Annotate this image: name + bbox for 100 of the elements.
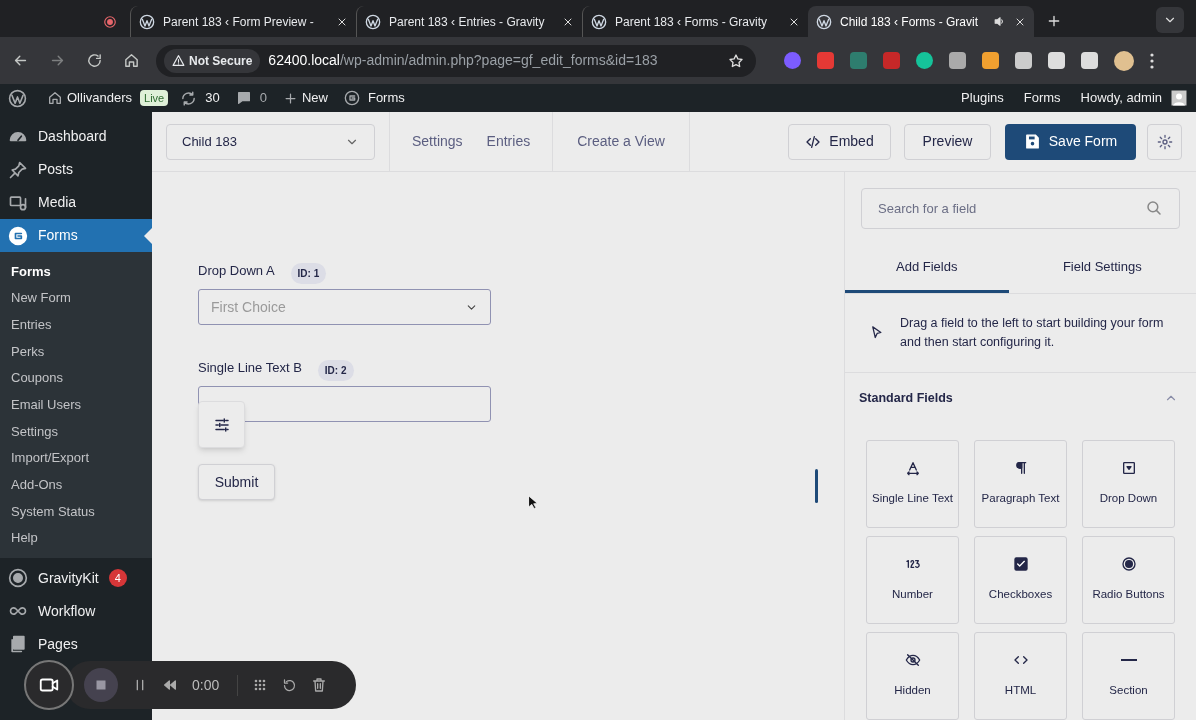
wordpress-icon xyxy=(816,13,832,30)
extension-icon[interactable] xyxy=(949,52,966,69)
settings-button[interactable] xyxy=(1147,123,1182,160)
toolbar-link[interactable]: Entries xyxy=(486,131,531,152)
sidebar-item[interactable]: GravityKit 4 xyxy=(0,561,152,595)
update-count[interactable]: 30 xyxy=(205,88,220,108)
scrollbar-thumb[interactable] xyxy=(815,469,818,503)
admin-link[interactable]: Forms xyxy=(1023,88,1061,108)
tile-label: Single Line Text xyxy=(872,491,953,507)
hint-text: Drag a field to the left to start building your form and then start configuring it. xyxy=(900,314,1165,351)
extension-icon[interactable] xyxy=(1048,52,1065,69)
sidebar-item[interactable]: Media xyxy=(0,186,152,219)
tile-label: Drop Down xyxy=(1099,491,1158,507)
field-tile[interactable]: Paragraph Text xyxy=(974,440,1067,528)
submenu-item[interactable]: New Form xyxy=(0,284,152,312)
reload-icon[interactable] xyxy=(86,52,103,69)
eye-slash-icon xyxy=(904,652,921,669)
extension-icon[interactable] xyxy=(1081,52,1098,69)
current-arrow xyxy=(144,228,152,244)
submenu-item[interactable]: Coupons xyxy=(0,364,152,392)
sidebar-item[interactable]: Posts xyxy=(0,153,152,186)
extension-icon[interactable] xyxy=(1015,52,1032,69)
tile-label: Radio Buttons xyxy=(1092,587,1165,603)
section-header[interactable]: Standard Fields xyxy=(845,372,1196,424)
tile-label: Number xyxy=(892,587,933,603)
sidebar-item[interactable]: Forms xyxy=(0,219,152,252)
extension-icon[interactable] xyxy=(916,52,933,69)
site-name-link[interactable]: Ollivanders xyxy=(67,88,133,108)
field-search-input[interactable]: Search for a field xyxy=(861,188,1180,229)
cursor-icon xyxy=(869,325,884,341)
submenu-item[interactable]: Add-Ons xyxy=(0,471,152,499)
forms-icon xyxy=(343,90,360,106)
submenu-item[interactable]: Import/Export xyxy=(0,444,152,472)
wordpress-icon[interactable] xyxy=(8,88,27,108)
field-tile[interactable]: Checkboxes xyxy=(974,536,1067,624)
forms-link[interactable]: Forms xyxy=(367,88,405,108)
field-tile[interactable]: Single Line Text xyxy=(866,440,959,528)
plus-icon[interactable] xyxy=(1046,13,1062,29)
submenu-item[interactable]: System Status xyxy=(0,498,152,525)
submenu-item[interactable]: Help xyxy=(0,524,152,552)
search-placeholder: Search for a field xyxy=(878,199,977,218)
sliders-icon xyxy=(212,415,231,434)
field-id-badge: ID: 1 xyxy=(290,263,327,284)
count-badge: 4 xyxy=(108,569,127,588)
sidebar-item[interactable]: Dashboard xyxy=(0,120,152,153)
submenu-item[interactable]: Settings xyxy=(0,418,152,445)
field-tile[interactable]: Hidden xyxy=(866,632,959,720)
home-icon xyxy=(47,90,63,106)
panel-tab[interactable]: Add Fields xyxy=(845,244,1009,293)
field-tile[interactable]: Number xyxy=(866,536,959,624)
create-view-link[interactable]: Create a View xyxy=(577,131,665,152)
tab-title: Parent 183 ‹ Forms - Gravity xyxy=(615,13,769,31)
form-select[interactable]: Child 183 xyxy=(166,123,375,160)
url-path: /wp-admin/admin.php?page=gf_edit_forms&id=183 xyxy=(340,51,658,70)
avatar-icon xyxy=(1170,89,1188,107)
status-badge: Live xyxy=(140,89,169,107)
radio-icon xyxy=(1120,556,1137,573)
extension-icon[interactable] xyxy=(982,52,999,69)
field-tile[interactable]: Section xyxy=(1082,632,1175,720)
home-icon[interactable] xyxy=(123,52,140,69)
undo-icon[interactable] xyxy=(282,677,298,693)
field-actions-menu[interactable] xyxy=(198,401,245,448)
tab-search-button[interactable] xyxy=(1156,7,1184,33)
security-chip[interactable]: Not Secure xyxy=(164,48,261,73)
browser-tab[interactable]: Child 183 ‹ Forms - Gravit xyxy=(808,6,1034,37)
extension-icon[interactable] xyxy=(784,52,801,69)
section-title: Standard Fields xyxy=(859,389,953,407)
field-tile[interactable]: Radio Buttons xyxy=(1082,536,1175,624)
gravitykit-icon xyxy=(8,568,28,589)
submit-button[interactable]: Submit xyxy=(198,464,275,500)
stop-button[interactable] xyxy=(84,668,118,702)
menu-icon[interactable] xyxy=(1150,52,1154,69)
sidebar-item[interactable]: Pages xyxy=(0,627,152,661)
save-form-button[interactable]: Save Form xyxy=(1005,123,1136,160)
forms-icon xyxy=(8,225,28,246)
tile-label: Checkboxes xyxy=(988,587,1053,603)
comment-count[interactable]: 0 xyxy=(259,88,267,108)
submenu-item[interactable]: Email Users xyxy=(0,391,152,419)
star-icon[interactable] xyxy=(728,52,744,69)
field-id-badge: ID: 2 xyxy=(317,360,354,381)
warning-icon xyxy=(172,54,185,67)
preview-button[interactable]: Preview xyxy=(904,123,991,160)
field-label: Drop Down A xyxy=(198,262,275,281)
trash-icon[interactable] xyxy=(311,677,328,693)
embed-button[interactable]: Embed xyxy=(788,123,891,160)
submenu-item[interactable]: Entries xyxy=(0,311,152,339)
field-tile[interactable]: Drop Down xyxy=(1082,440,1175,528)
address-bar[interactable]: Not Secure 62400.local/wp-admin/admin.php?page=gf_edit_forms&id=183 xyxy=(156,44,756,77)
admin-link[interactable]: Plugins xyxy=(961,88,1004,108)
profile-avatar[interactable] xyxy=(1114,50,1134,71)
panel-tab[interactable]: Field Settings xyxy=(1008,244,1196,293)
greeting-link[interactable]: Howdy, admin xyxy=(1080,88,1162,108)
submenu-item[interactable]: Perks xyxy=(0,338,152,365)
toolbar-link[interactable]: Settings xyxy=(412,131,463,152)
new-link[interactable]: New xyxy=(301,88,328,108)
rewind-icon[interactable] xyxy=(162,677,178,693)
field-tile[interactable]: HTML xyxy=(974,632,1067,720)
sidebar-item[interactable]: Workflow xyxy=(0,594,152,628)
submenu-item[interactable]: Forms xyxy=(0,258,152,285)
wordpress-icon xyxy=(365,13,381,30)
